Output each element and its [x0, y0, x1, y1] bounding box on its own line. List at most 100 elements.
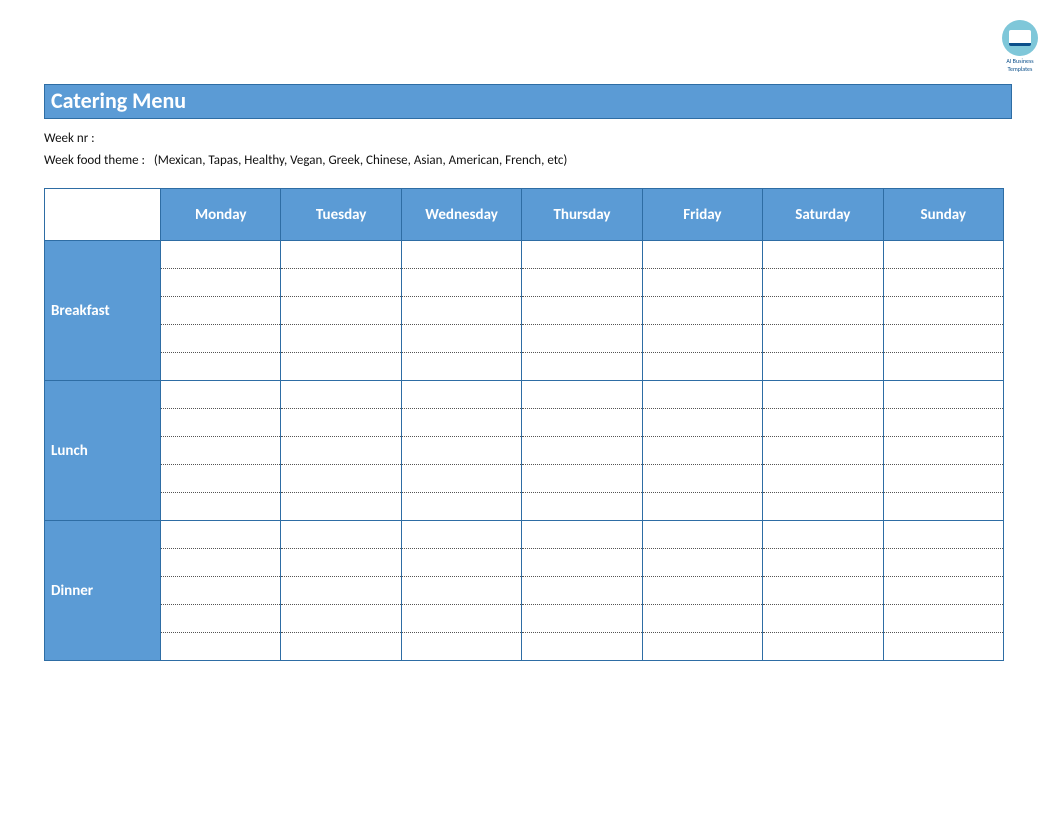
entry-line[interactable]	[281, 633, 400, 660]
entry-line[interactable]	[281, 241, 400, 269]
entry-line[interactable]	[522, 605, 641, 633]
entry-line[interactable]	[522, 577, 641, 605]
entry-line[interactable]	[643, 297, 762, 325]
entry-line[interactable]	[161, 409, 280, 437]
entry-line[interactable]	[402, 521, 521, 549]
entry-line[interactable]	[763, 633, 882, 660]
entry-line[interactable]	[884, 381, 1003, 409]
entry-line[interactable]	[402, 549, 521, 577]
entry-line[interactable]	[643, 577, 762, 605]
entry-line[interactable]	[763, 325, 882, 353]
entry-line[interactable]	[402, 577, 521, 605]
entry-line[interactable]	[763, 465, 882, 493]
entry-line[interactable]	[643, 521, 762, 549]
entry-line[interactable]	[884, 297, 1003, 325]
entry-line[interactable]	[884, 493, 1003, 520]
entry-line[interactable]	[522, 325, 641, 353]
entry-line[interactable]	[884, 521, 1003, 549]
entry-line[interactable]	[522, 269, 641, 297]
entry-line[interactable]	[281, 493, 400, 520]
entry-line[interactable]	[763, 409, 882, 437]
entry-line[interactable]	[281, 577, 400, 605]
entry-line[interactable]	[161, 381, 280, 409]
entry-line[interactable]	[281, 353, 400, 380]
entry-line[interactable]	[643, 633, 762, 660]
entry-line[interactable]	[643, 493, 762, 520]
cell-lunch-friday[interactable]	[642, 381, 762, 521]
entry-line[interactable]	[522, 549, 641, 577]
cell-breakfast-tuesday[interactable]	[281, 241, 401, 381]
entry-line[interactable]	[402, 241, 521, 269]
entry-line[interactable]	[161, 465, 280, 493]
entry-line[interactable]	[522, 353, 641, 380]
entry-line[interactable]	[402, 325, 521, 353]
entry-line[interactable]	[643, 465, 762, 493]
entry-line[interactable]	[522, 465, 641, 493]
entry-line[interactable]	[643, 605, 762, 633]
entry-line[interactable]	[763, 241, 882, 269]
entry-line[interactable]	[522, 297, 641, 325]
entry-line[interactable]	[161, 437, 280, 465]
entry-line[interactable]	[161, 521, 280, 549]
entry-line[interactable]	[763, 297, 882, 325]
entry-line[interactable]	[643, 409, 762, 437]
entry-line[interactable]	[402, 465, 521, 493]
entry-line[interactable]	[402, 409, 521, 437]
entry-line[interactable]	[281, 437, 400, 465]
entry-line[interactable]	[522, 521, 641, 549]
entry-line[interactable]	[402, 437, 521, 465]
entry-line[interactable]	[884, 465, 1003, 493]
cell-lunch-saturday[interactable]	[763, 381, 883, 521]
entry-line[interactable]	[884, 577, 1003, 605]
entry-line[interactable]	[884, 353, 1003, 380]
entry-line[interactable]	[161, 241, 280, 269]
entry-line[interactable]	[763, 549, 882, 577]
entry-line[interactable]	[402, 605, 521, 633]
entry-line[interactable]	[161, 633, 280, 660]
entry-line[interactable]	[763, 605, 882, 633]
entry-line[interactable]	[402, 493, 521, 520]
entry-line[interactable]	[763, 577, 882, 605]
entry-line[interactable]	[161, 325, 280, 353]
cell-dinner-tuesday[interactable]	[281, 521, 401, 661]
cell-breakfast-wednesday[interactable]	[401, 241, 521, 381]
entry-line[interactable]	[161, 493, 280, 520]
cell-dinner-wednesday[interactable]	[401, 521, 521, 661]
entry-line[interactable]	[643, 549, 762, 577]
entry-line[interactable]	[402, 353, 521, 380]
entry-line[interactable]	[281, 269, 400, 297]
entry-line[interactable]	[281, 549, 400, 577]
entry-line[interactable]	[522, 241, 641, 269]
cell-breakfast-monday[interactable]	[161, 241, 281, 381]
entry-line[interactable]	[281, 381, 400, 409]
entry-line[interactable]	[161, 353, 280, 380]
entry-line[interactable]	[763, 437, 882, 465]
cell-dinner-friday[interactable]	[642, 521, 762, 661]
entry-line[interactable]	[763, 493, 882, 520]
entry-line[interactable]	[643, 325, 762, 353]
cell-lunch-tuesday[interactable]	[281, 381, 401, 521]
entry-line[interactable]	[161, 269, 280, 297]
entry-line[interactable]	[643, 241, 762, 269]
entry-line[interactable]	[402, 633, 521, 660]
entry-line[interactable]	[161, 549, 280, 577]
entry-line[interactable]	[522, 633, 641, 660]
cell-lunch-wednesday[interactable]	[401, 381, 521, 521]
entry-line[interactable]	[763, 381, 882, 409]
entry-line[interactable]	[402, 381, 521, 409]
entry-line[interactable]	[281, 465, 400, 493]
entry-line[interactable]	[522, 493, 641, 520]
entry-line[interactable]	[884, 633, 1003, 660]
entry-line[interactable]	[884, 605, 1003, 633]
entry-line[interactable]	[763, 353, 882, 380]
entry-line[interactable]	[884, 409, 1003, 437]
entry-line[interactable]	[884, 325, 1003, 353]
entry-line[interactable]	[643, 437, 762, 465]
entry-line[interactable]	[522, 409, 641, 437]
entry-line[interactable]	[643, 381, 762, 409]
entry-line[interactable]	[884, 549, 1003, 577]
entry-line[interactable]	[643, 269, 762, 297]
cell-lunch-sunday[interactable]	[883, 381, 1003, 521]
entry-line[interactable]	[281, 409, 400, 437]
entry-line[interactable]	[161, 297, 280, 325]
